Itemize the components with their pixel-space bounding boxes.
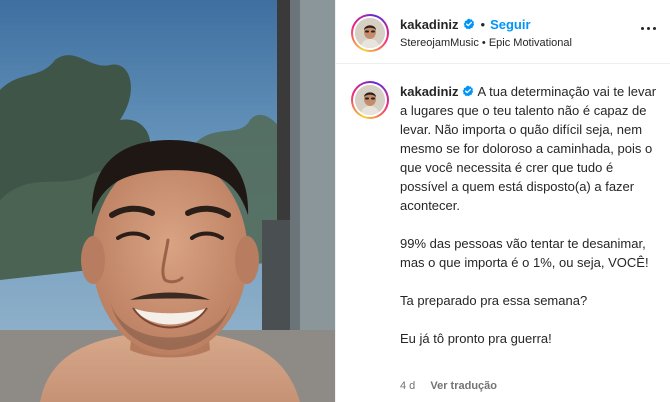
author-avatar[interactable] [351, 14, 389, 52]
audio-track-link[interactable]: StereojamMusic • Epic Motivational [400, 37, 572, 49]
separator-dot: • [480, 16, 486, 32]
post-media-video[interactable] [0, 0, 335, 402]
avatar-image [355, 18, 385, 48]
caption-text-block: kakadiniz A tua determinação vai te levar… [400, 82, 658, 348]
post-media-image [0, 0, 335, 402]
post-header: kakadiniz • Seguir StereojamMusic • Epic… [336, 0, 670, 64]
caption-body: A tua determinação vai te levar a lugare… [400, 84, 657, 346]
author-username[interactable]: kakadiniz [400, 17, 459, 32]
more-options-icon[interactable] [641, 27, 656, 30]
caption-section: kakadiniz A tua determinação vai te levar… [336, 64, 670, 402]
post-meta: 4 d Ver tradução [400, 380, 497, 392]
verified-badge-icon [463, 18, 474, 30]
instagram-post: kakadiniz • Seguir StereojamMusic • Epic… [0, 0, 670, 402]
caption-author-avatar[interactable] [351, 81, 389, 119]
post-age[interactable]: 4 d [400, 380, 415, 392]
see-translation-link[interactable]: Ver tradução [430, 380, 497, 392]
header-user-line: kakadiniz • Seguir [400, 15, 531, 33]
follow-button[interactable]: Seguir [490, 17, 530, 32]
post-side-panel: kakadiniz • Seguir StereojamMusic • Epic… [335, 0, 670, 402]
avatar-image [355, 85, 385, 115]
verified-badge-icon [462, 85, 473, 97]
caption-username[interactable]: kakadiniz [400, 84, 459, 99]
